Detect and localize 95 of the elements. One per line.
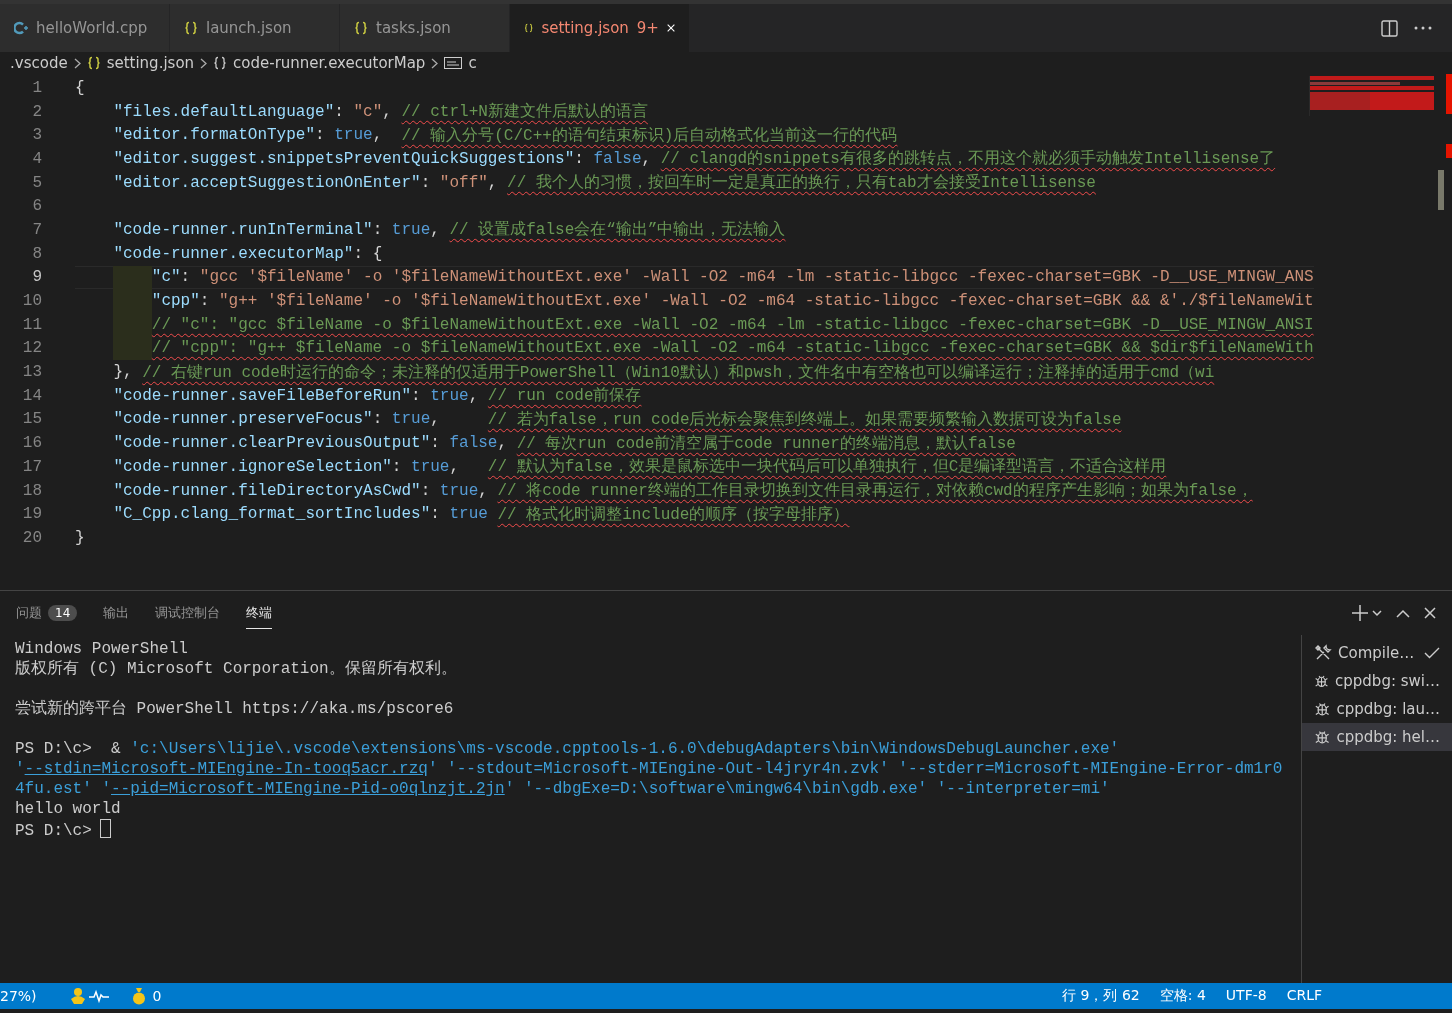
terminal-cursor xyxy=(99,819,111,838)
code-line: "editor.suggest.snippetsPreventQuickSuggestions": false, // clangd的snippets有很多的跳转点，不用这个就必须手动触发Intellisense了 xyxy=(112,148,1277,171)
code-line: "editor.acceptSuggestionOnEnter": "off", // 我个人的习惯，按回车时一定是真正的换行，只有tab才会接受Intellisense xyxy=(112,172,1097,195)
code-line: "c": "gcc '$fileName' -o '$fileNameWithoutExt.exe' -Wall -O2 -m64 -lm -static-libgcc -fexec-charset=GBK -D__USE_MINGW_ANS xyxy=(75,265,1314,290)
braces-icon xyxy=(524,21,534,35)
status-item[interactable]: 0 xyxy=(130,987,174,1005)
minimap-drawing[interactable] xyxy=(1309,76,1434,116)
code-line: "code-runner.preserveFocus": true, // 若为false，run code后光标会聚焦到终端上。如果需要频繁输入数据可设为false xyxy=(112,409,1123,431)
code-line: "code-runner.runInTerminal": true, // 设置成false会在“输出”中输出，无法输入 xyxy=(112,219,787,242)
line-number: 11 xyxy=(21,315,43,334)
bug-icon xyxy=(1314,728,1331,746)
panel-tab[interactable]: 输出 xyxy=(103,597,130,629)
line-number: 14 xyxy=(21,386,43,405)
terminal-session[interactable]: cppdbg: lau… xyxy=(1302,695,1452,723)
terminal-session[interactable]: cppdbg: hel… xyxy=(1302,723,1452,751)
line-number: 12 xyxy=(21,339,43,358)
braces-icon xyxy=(213,56,228,70)
money-bag-icon xyxy=(130,987,147,1005)
line-number: 2 xyxy=(31,102,43,121)
breadcrumb[interactable]: c xyxy=(444,54,477,72)
chevron-up-icon[interactable] xyxy=(1396,608,1410,618)
breadcrumb[interactable]: code-runner.executorMap xyxy=(213,54,426,72)
code-line: "editor.formatOnType": true, // 输入分号(C/C++的语句结束标识)后自动格式化当前这一行的代码 xyxy=(112,125,899,147)
code-line: "code-runner.clearPreviousOutput": false, // 每次run code前清空属于code runner的终端消息，默认false xyxy=(112,433,1017,455)
editor-tab[interactable]: tasks.json xyxy=(340,4,510,52)
tools-icon xyxy=(1314,644,1332,662)
code-line: // "c": "gcc $fileName -o $fileNameWithoutExt.exe -Wall -O2 -m64 -lm -static-libgcc -fexec-charset=GBK -D__USE_MINGW_ANSI xyxy=(75,312,1314,337)
line-number: 8 xyxy=(31,244,43,263)
code-line: }, // 右键run code时运行的命令；未注释的仅适用于PowerShell（Win10默认）和pwsh，文件名中有空格也可以编译运行；注释掉的适用于cmd（wi xyxy=(112,362,1216,384)
terminal-link[interactable]: --pid=Microsoft-MIEngine-Pid-o0qlnzjt.2jn xyxy=(111,780,505,798)
check-icon xyxy=(1424,647,1440,659)
split-editor-icon[interactable] xyxy=(1381,19,1398,37)
braces-icon xyxy=(354,21,368,35)
status-text[interactable]: 空格: 4 xyxy=(1159,987,1206,1005)
breadcrumb[interactable]: setting.json xyxy=(86,54,195,72)
braces-icon xyxy=(86,56,101,70)
line-number: 19 xyxy=(21,505,43,524)
status-text[interactable]: UTF-8 xyxy=(1225,987,1267,1005)
line-number: 16 xyxy=(21,434,43,453)
line-number: 18 xyxy=(21,481,43,500)
add-terminal-icon[interactable] xyxy=(1352,605,1382,621)
editor-tab[interactable]: launch.json xyxy=(170,4,340,52)
string-icon xyxy=(444,56,463,70)
terminal-line: 尝试新的跨平台 PowerShell https://aka.ms/pscore6 xyxy=(15,699,455,719)
line-number: 15 xyxy=(21,410,43,429)
chevron-icon xyxy=(73,57,81,69)
terminal-session[interactable]: cppdbg: swi… xyxy=(1302,667,1452,695)
line-number: 9 xyxy=(31,268,43,287)
terminal-line: 版权所有 (C) Microsoft Corporation。保留所有权利。 xyxy=(15,659,458,679)
bug-icon xyxy=(1314,700,1331,718)
line-number: 13 xyxy=(21,363,43,382)
code-line: "cpp": "g++ '$fileName' -o '$fileNameWithoutExt.exe' -Wall -O2 -m64 -static-libgcc -fexec-charset=GBK && &'./$fileNameWit xyxy=(75,289,1314,313)
cpp-file-icon xyxy=(14,21,28,35)
code-line: "code-runner.fileDirectoryAsCwd": true, // 将code runner终端的工作目录切换到文件目录再运行，对依赖cwd的程序产生影响；如果为false， xyxy=(112,480,1254,503)
code-line: "code-runner.ignoreSelection": true, // 默认为false，效果是鼠标选中一块代码后可以单独执行，但C是编译型语言，不适合这样用 xyxy=(112,456,1168,479)
chevron-icon xyxy=(200,57,208,69)
terminal-link[interactable]: --stdin=Microsoft-MIEngine-In-tooq5acr.rzq xyxy=(24,760,428,778)
code-line: "files.defaultLanguage": "c", // ctrl+N新建文件后默认的语言 xyxy=(112,101,649,124)
code-line: { xyxy=(75,77,86,99)
line-number: 10 xyxy=(21,292,43,311)
person-pulse-icon[interactable] xyxy=(68,987,111,1005)
more-icon[interactable] xyxy=(1414,26,1432,30)
code-line: // "cpp": "g++ $fileName -o $fileNameWithoutExt.exe -Wall -O2 -m64 -static-libgcc -fexec-charset=GBK && $dir$fileNameWith xyxy=(75,336,1314,361)
editor-tab[interactable]: helloWorld.cpp xyxy=(0,4,170,52)
terminal-line: hello world xyxy=(15,799,122,819)
terminal-prompt: PS D:\c> xyxy=(15,822,92,840)
panel-tab[interactable]: 调试控制台 xyxy=(155,597,221,629)
close-icon[interactable] xyxy=(1424,607,1436,619)
count-badge: 14 xyxy=(48,604,78,621)
chevron-icon xyxy=(431,57,439,69)
line-number: 1 xyxy=(31,78,43,97)
editor-tab[interactable]: setting.json 9+ xyxy=(510,4,690,52)
line-number: 7 xyxy=(31,220,43,239)
line-number: 3 xyxy=(31,126,43,145)
code-line: } xyxy=(75,527,86,549)
braces-icon xyxy=(184,21,198,35)
panel-tab[interactable]: 问题 14 xyxy=(16,597,78,629)
breadcrumb[interactable]: .vscode xyxy=(10,54,68,72)
line-number: 6 xyxy=(31,197,43,216)
panel-tab[interactable]: 终端 xyxy=(246,597,273,629)
line-number: 17 xyxy=(21,457,43,476)
line-number: 5 xyxy=(31,173,43,192)
terminal-line: Windows PowerShell xyxy=(15,639,189,659)
code-line: "code-runner.saveFileBeforeRun": true, // run code前保存 xyxy=(112,385,643,408)
close-icon[interactable] xyxy=(666,22,675,34)
line-number: 4 xyxy=(31,149,43,168)
terminal-command: PS D:\c> & 'c:\Users\lijie\.vscode\extensions\ms-vscode.cpptools-1.6.0\debugAdapters\bin\WindowsDebugLauncher.exe' '--stdin=Microsoft-MIEngine-In-tooq5acr.rzq' '--stdout=Microsoft-MIEngine-Out-l4jryr4n.zvk' '--stderr=Microsoft-MIEngine-Error-dm1r04fu.est' '--pid=Microsoft-MIEngine-Pid-o0qlnzjt.2jn' '--dbgExe=D:\software\mingw64\bin\gdb.exe' '--interpreter=mi' xyxy=(15,739,1284,799)
status-count: 0 xyxy=(152,988,162,1004)
code-line: "code-runner.executorMap": { xyxy=(112,243,384,265)
terminal-session[interactable]: Compile… xyxy=(1302,639,1452,667)
status-text[interactable]: 27%) xyxy=(0,988,49,1004)
status-text[interactable]: 行 9，列 62 xyxy=(1062,987,1140,1005)
status-text[interactable]: CRLF xyxy=(1286,987,1322,1005)
line-number: 20 xyxy=(21,528,43,547)
code-line: "C_Cpp.clang_format_sortIncludes": true // 格式化时调整include的顺序（按字母排序） xyxy=(112,504,851,526)
